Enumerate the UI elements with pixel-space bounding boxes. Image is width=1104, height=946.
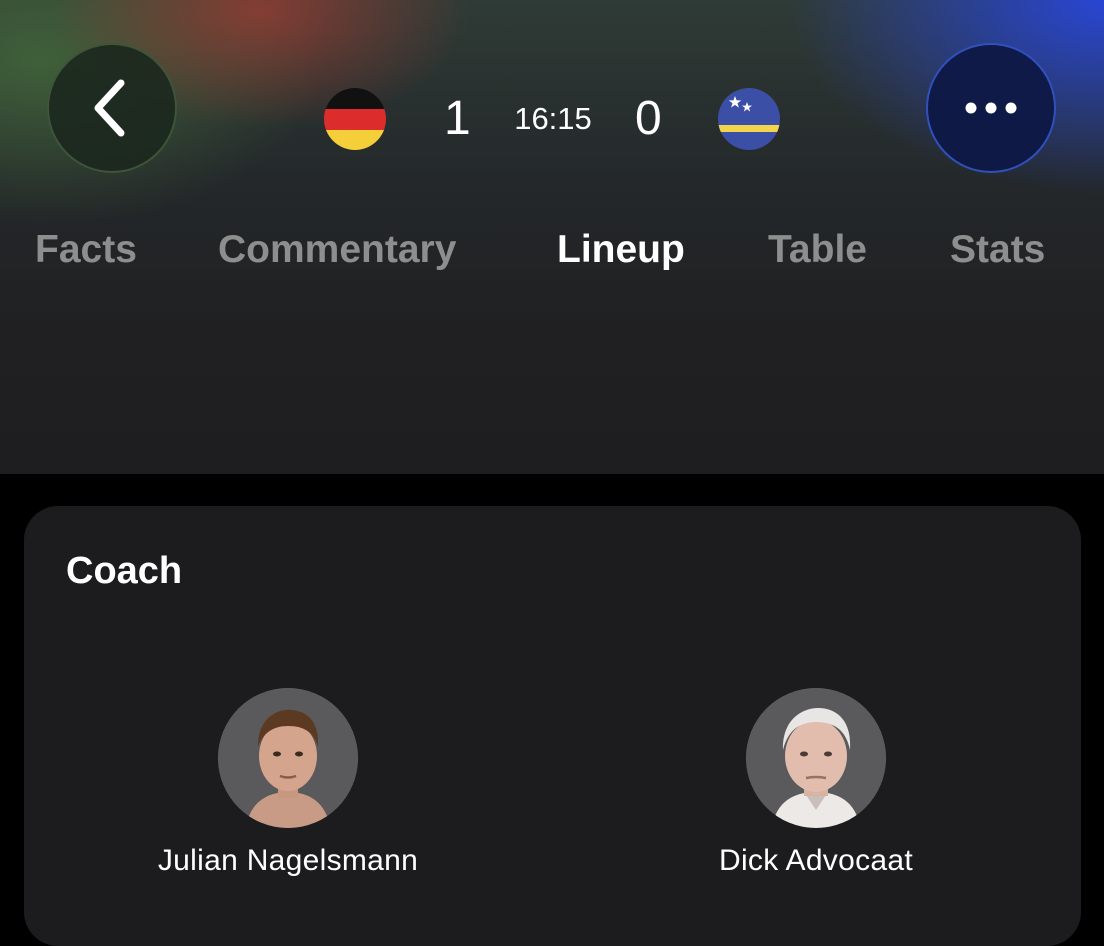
coach-name: Dick Advocaat (719, 844, 913, 877)
tab-table[interactable]: Table (768, 222, 867, 278)
coach-card: Coach Julian Nagelsmann Dick Advocaat (24, 506, 1081, 946)
coach-avatar (746, 688, 886, 828)
tab-stats[interactable]: Stats (950, 222, 1045, 278)
back-button[interactable] (47, 43, 177, 173)
coach-item-home[interactable]: Julian Nagelsmann (88, 688, 488, 878)
more-options-button[interactable] (926, 43, 1056, 173)
ellipsis-icon (965, 102, 1017, 114)
match-header: 1 16:15 0 Facts Commentary Lineup Table … (0, 0, 1104, 474)
tab-facts[interactable]: Facts (35, 222, 137, 278)
coach-name: Julian Nagelsmann (157, 844, 419, 877)
germany-flag-icon (324, 88, 386, 150)
home-score: 1 (444, 92, 471, 145)
tab-lineup[interactable]: Lineup (557, 222, 685, 278)
coach-section-title: Coach (66, 550, 183, 592)
coach-item-away[interactable]: Dick Advocaat (616, 688, 1016, 878)
chevron-left-icon (94, 79, 125, 137)
tab-bar: Facts Commentary Lineup Table Stats (0, 222, 1104, 278)
coach-avatar (218, 688, 358, 828)
match-clock: 16:15 (514, 101, 592, 136)
tab-commentary[interactable]: Commentary (218, 222, 456, 278)
curacao-flag-icon (718, 88, 780, 150)
away-score: 0 (635, 92, 662, 145)
